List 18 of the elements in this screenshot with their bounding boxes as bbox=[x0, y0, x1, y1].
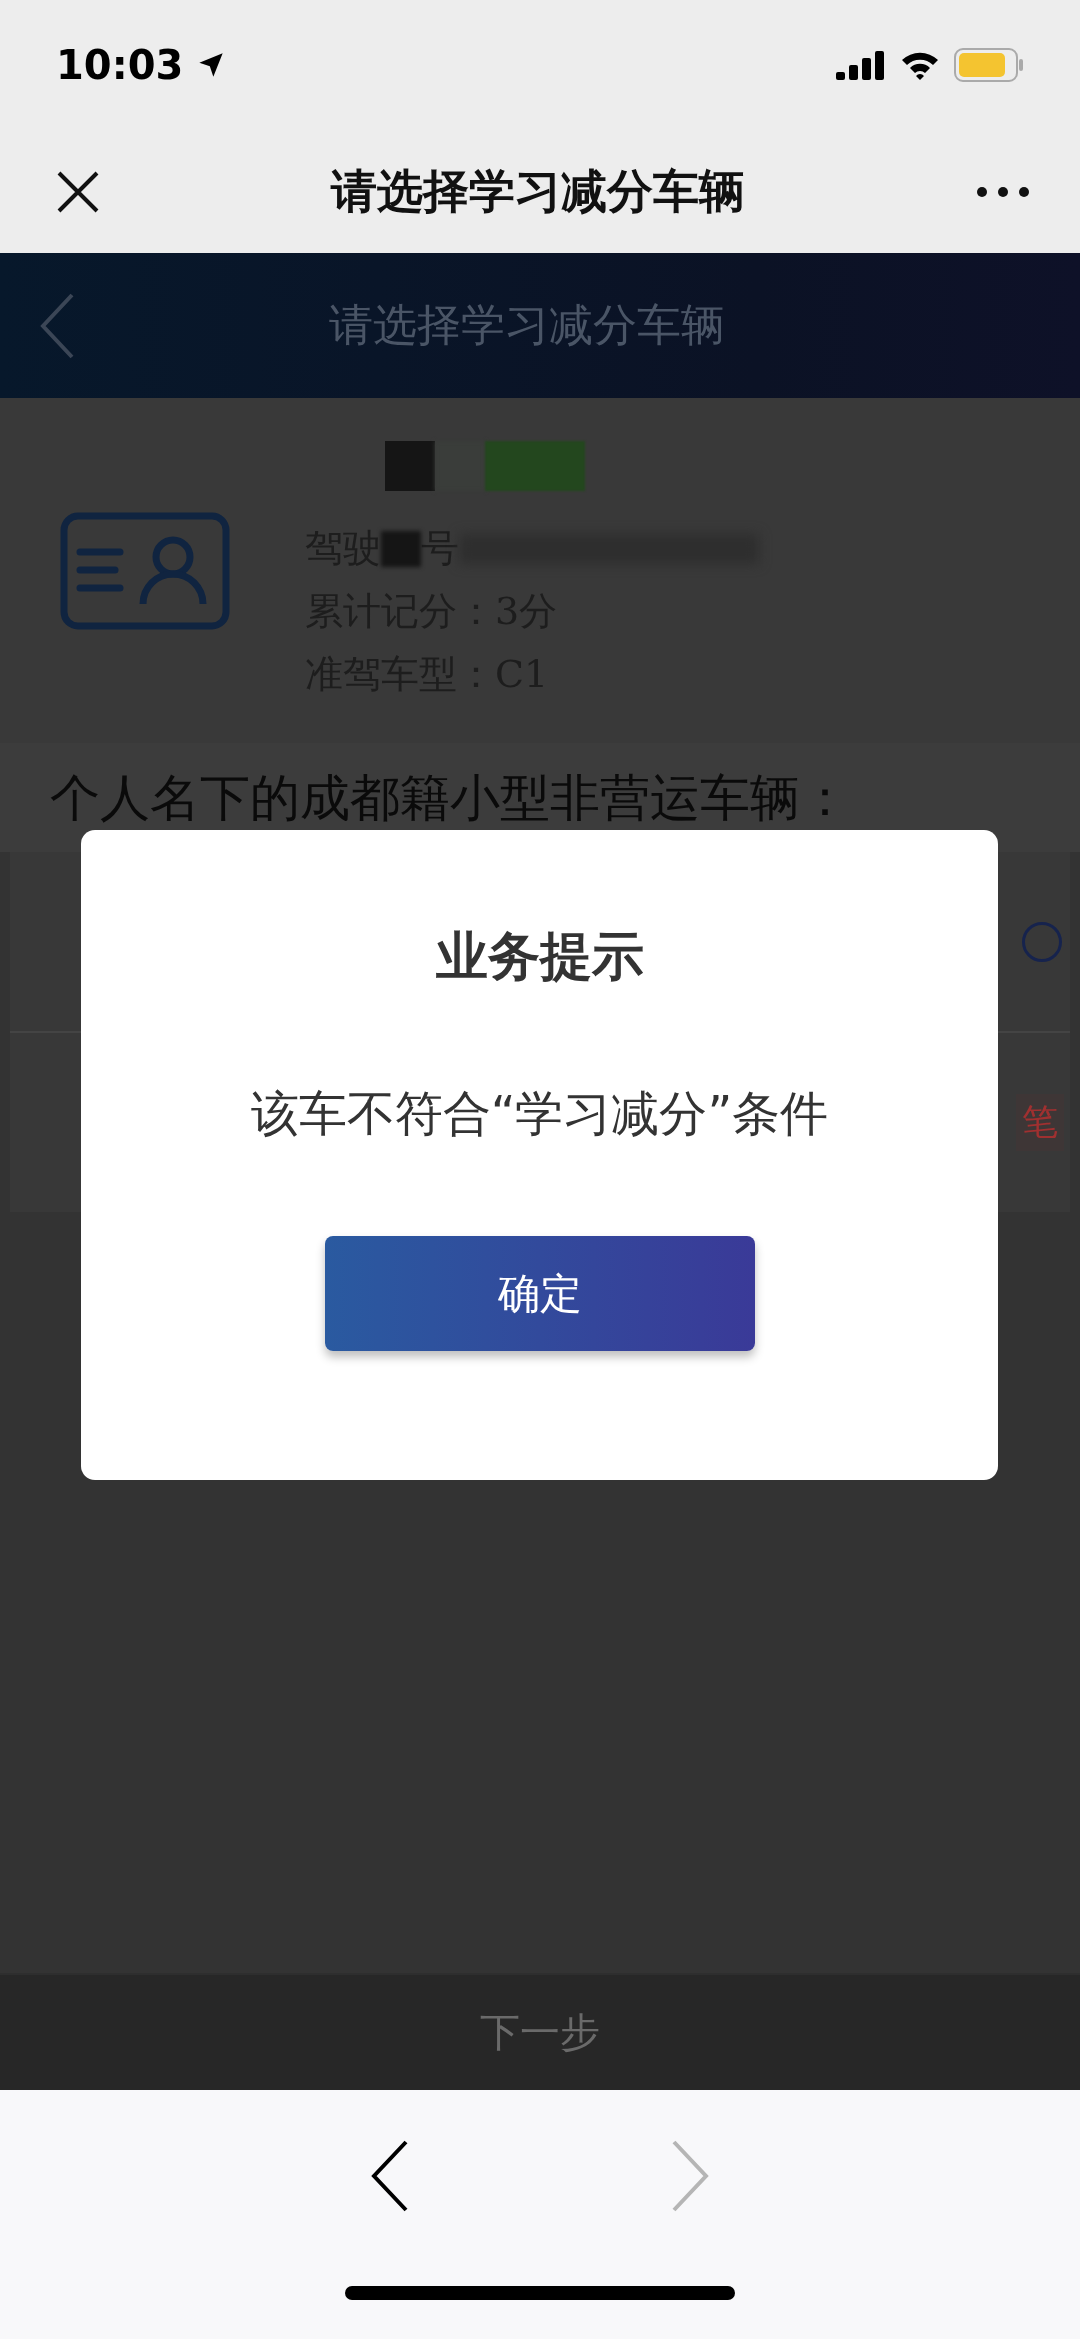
page-title: 请选择学习减分车辆 bbox=[331, 162, 745, 220]
id-card-icon bbox=[60, 511, 230, 630]
vehicle-note: 笔 bbox=[1016, 1094, 1064, 1151]
wifi-icon bbox=[900, 50, 940, 80]
signal-icon bbox=[836, 50, 886, 80]
redaction-block bbox=[381, 530, 421, 567]
close-icon[interactable] bbox=[56, 169, 100, 214]
header-title: 请选择学习减分车辆 bbox=[328, 298, 726, 352]
back-icon[interactable] bbox=[370, 2140, 410, 2212]
location-arrow-icon bbox=[197, 51, 226, 79]
status-time: 10:03 bbox=[56, 42, 184, 88]
dialog-title: 业务提示 bbox=[435, 925, 644, 988]
dialog-message: 该车不符合“学习减分”条件 bbox=[250, 1084, 829, 1143]
confirm-button[interactable]: 确定 bbox=[324, 1236, 755, 1351]
redaction-block bbox=[385, 441, 435, 491]
radio-button[interactable] bbox=[1022, 921, 1062, 962]
battery-icon bbox=[954, 48, 1024, 82]
more-icon[interactable] bbox=[976, 185, 1030, 198]
